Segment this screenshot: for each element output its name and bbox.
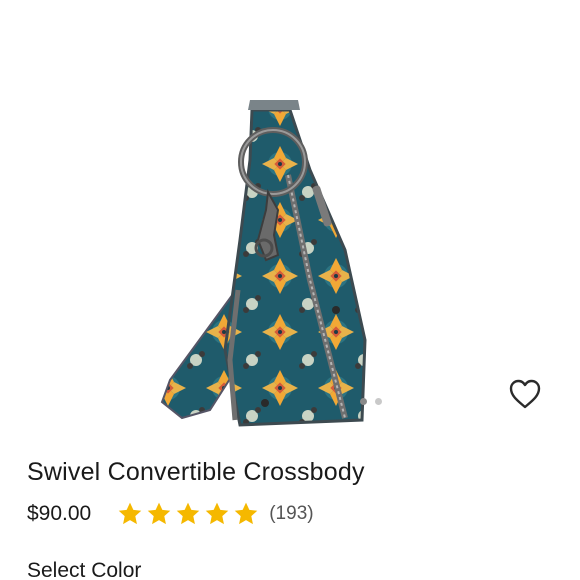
- star-icon: [118, 502, 142, 525]
- star-rating[interactable]: [117, 501, 259, 527]
- gallery-pagination[interactable]: [360, 398, 382, 405]
- star-icon: [234, 502, 258, 525]
- select-color-label: Select Color: [27, 559, 142, 580]
- review-count-link[interactable]: (193): [269, 503, 313, 525]
- gallery-dot-1[interactable]: [360, 398, 367, 405]
- product-title: Swivel Convertible Crossbody: [27, 458, 365, 486]
- product-page: Swivel Convertible Crossbody $90.00 (193…: [0, 0, 580, 580]
- product-price: $90.00: [27, 502, 92, 525]
- star-icon: [205, 502, 229, 525]
- product-image-gallery[interactable]: [0, 0, 580, 450]
- star-icon: [147, 502, 171, 525]
- star-icon: [176, 502, 200, 525]
- product-image[interactable]: [140, 80, 390, 440]
- heart-outline-icon[interactable]: [508, 378, 542, 410]
- price-rating-row: $90.00 (193): [27, 498, 314, 530]
- gallery-dot-2[interactable]: [375, 398, 382, 405]
